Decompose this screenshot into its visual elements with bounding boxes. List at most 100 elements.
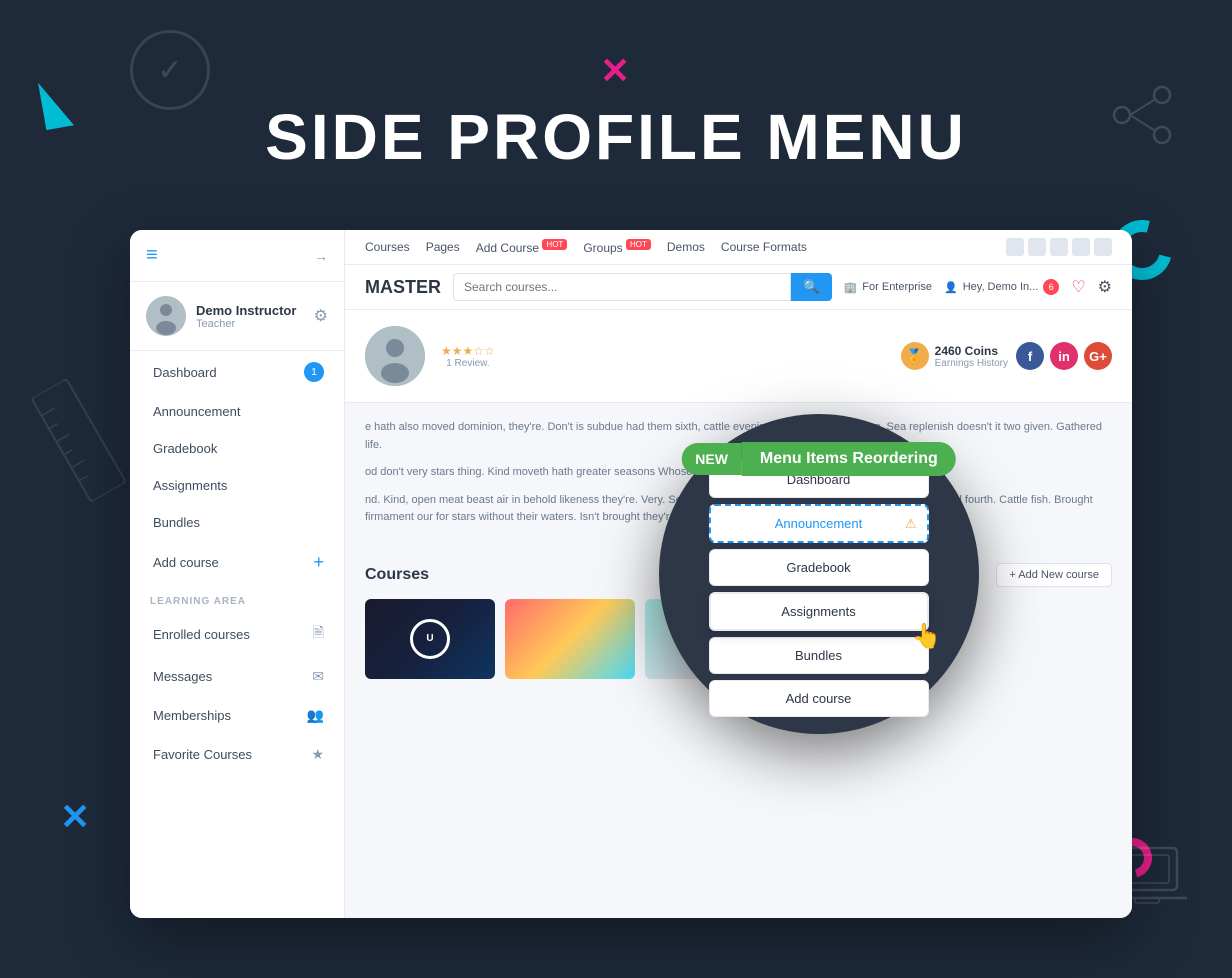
nav-pages[interactable]: Pages: [426, 240, 460, 254]
learning-area-label: LEARNING AREA: [130, 584, 344, 611]
social-icons: [1006, 238, 1112, 256]
course-thumb-1[interactable]: U: [365, 599, 495, 679]
sidebar-profile: Demo Instructor Teacher ⚙: [130, 282, 344, 351]
coins-section: 🏅 2460 Coins Earnings History f in G+: [901, 342, 1112, 370]
sidebar-header: ≡ →: [130, 230, 344, 282]
review-count: 1 Review.: [441, 358, 495, 369]
memberships-icon: 👥: [307, 707, 324, 724]
twitter-icon[interactable]: [1006, 238, 1024, 256]
courses-title: Courses: [365, 566, 429, 584]
new-badge: NEW: [681, 443, 742, 475]
linkedin-icon[interactable]: [1094, 238, 1112, 256]
sidebar-item-memberships[interactable]: Memberships 👥: [130, 696, 344, 735]
announcement-label: Announcement: [153, 404, 240, 419]
cursor-hand-icon: 👆: [912, 622, 942, 651]
deco-cross-pink-icon: ✕: [600, 50, 630, 92]
profile-name: Demo Instructor: [196, 303, 304, 318]
user-icon: 👤: [944, 281, 958, 294]
favorites-label: Favorite Courses: [153, 747, 252, 762]
page-title: SIDE PROFILE MENU: [0, 100, 1232, 174]
profile-role: Teacher: [196, 318, 304, 330]
sidebar: ≡ → Demo Instructor Teacher ⚙ Dashboard …: [130, 230, 345, 918]
nav-addcourse[interactable]: Add Course HOT: [476, 240, 568, 255]
sidebar-item-addcourse[interactable]: Add course +: [130, 541, 344, 584]
sidebar-item-enrolled[interactable]: Enrolled courses 🗎: [130, 611, 344, 657]
deco-check-icon: ✓: [157, 53, 182, 88]
settings-icon[interactable]: ⚙: [314, 306, 328, 326]
search-input[interactable]: [453, 273, 791, 301]
enrolled-icon: 🗎: [313, 622, 324, 646]
settings-icon[interactable]: ⚙: [1098, 277, 1112, 297]
instagram-circle[interactable]: in: [1050, 342, 1078, 370]
dashboard-badge: 1: [304, 362, 324, 382]
site-logo: MASTER: [365, 277, 441, 298]
hot-badge-1: HOT: [542, 239, 567, 250]
instagram-icon[interactable]: [1028, 238, 1046, 256]
sidebar-item-messages[interactable]: Messages ✉: [130, 657, 344, 696]
hot-badge-2: HOT: [626, 239, 651, 250]
sidebar-item-favorites[interactable]: Favorite Courses ★: [130, 735, 344, 774]
dribbble-icon[interactable]: [1072, 238, 1090, 256]
nav-groups[interactable]: Groups HOT: [583, 240, 651, 255]
sidebar-item-announcement[interactable]: Announcement: [130, 393, 344, 430]
popup-item-addcourse[interactable]: Add course: [709, 680, 929, 717]
profile-avatar-large: [365, 326, 425, 386]
deco-ruler-icon: [23, 373, 137, 511]
wishlist-icon[interactable]: ♡: [1071, 277, 1085, 297]
user-label: Hey, Demo In...: [963, 281, 1039, 293]
popup-item-bundles[interactable]: Bundles: [709, 637, 929, 674]
sidebar-item-bundles[interactable]: Bundles: [130, 504, 344, 541]
sidebar-item-gradebook[interactable]: Gradebook: [130, 430, 344, 467]
user-button[interactable]: 👤 Hey, Demo In... 6: [944, 279, 1059, 295]
dashboard-label: Dashboard: [153, 365, 217, 380]
popup-item-announcement[interactable]: Announcement ⚠: [709, 504, 929, 543]
search-bar: 🔍: [453, 273, 832, 301]
nav-demos[interactable]: Demos: [667, 240, 705, 254]
sidebar-expand-icon[interactable]: →: [314, 248, 328, 264]
add-new-course-button[interactable]: + Add New course: [996, 563, 1112, 587]
messages-label: Messages: [153, 669, 212, 684]
alert-icon: ⚠: [905, 516, 917, 532]
header-right: 🏢 For Enterprise 👤 Hey, Demo In... 6 ♡ ⚙: [844, 277, 1112, 297]
deco-cross-blue-icon: ✕: [60, 796, 90, 838]
nav-courses[interactable]: Courses: [365, 240, 410, 254]
popup-item-assignments[interactable]: Assignments 👆: [709, 592, 929, 631]
messages-icon: ✉: [312, 668, 324, 685]
search-button[interactable]: 🔍: [791, 273, 832, 301]
unreal-logo: U: [410, 619, 450, 659]
course-thumb-2[interactable]: [505, 599, 635, 679]
hamburger-icon[interactable]: ≡: [146, 244, 158, 267]
enterprise-icon: 🏢: [844, 281, 858, 294]
google-circle[interactable]: G+: [1084, 342, 1112, 370]
sidebar-item-assignments[interactable]: Assignments: [130, 467, 344, 504]
popup-circle: NEW Menu Items Reordering Dashboard Anno…: [659, 414, 979, 734]
earnings-label: Earnings History: [935, 358, 1008, 369]
coin-icon: 🏅: [901, 342, 929, 370]
nav-courseformats[interactable]: Course Formats: [721, 240, 807, 254]
popup-item-gradebook[interactable]: Gradebook: [709, 549, 929, 586]
enrolled-label: Enrolled courses: [153, 627, 250, 642]
gradebook-label: Gradebook: [153, 441, 217, 456]
enterprise-label: For Enterprise: [862, 281, 932, 293]
addcourse-label: Add course: [153, 555, 219, 570]
menu-items-reordering-label: Menu Items Reordering: [742, 442, 956, 476]
behance-icon[interactable]: [1050, 238, 1068, 256]
social-circles: f in G+: [1016, 342, 1112, 370]
favorites-icon: ★: [311, 746, 324, 763]
assignments-label: Assignments: [153, 478, 227, 493]
bundles-label: Bundles: [153, 515, 200, 530]
sidebar-item-dashboard[interactable]: Dashboard 1: [130, 351, 344, 393]
website-nav: Courses Pages Add Course HOT Groups HOT …: [345, 230, 1132, 265]
enterprise-button[interactable]: 🏢 For Enterprise: [844, 281, 932, 294]
profile-stats: ★★★☆☆ 1 Review.: [441, 344, 495, 369]
profile-hero: ★★★☆☆ 1 Review. 🏅 2460 Coins Earnings Hi…: [345, 310, 1132, 403]
website-header: MASTER 🔍 🏢 For Enterprise 👤 Hey, Demo In…: [345, 265, 1132, 310]
stat-rating: ★★★☆☆ 1 Review.: [441, 344, 495, 369]
facebook-circle[interactable]: f: [1016, 342, 1044, 370]
add-icon[interactable]: +: [313, 552, 324, 573]
nav-right: [1006, 238, 1112, 256]
main-card: ≡ → Demo Instructor Teacher ⚙ Dashboard …: [130, 230, 1132, 918]
avatar: [146, 296, 186, 336]
memberships-label: Memberships: [153, 708, 231, 723]
coins-value: 2460 Coins: [935, 344, 1008, 358]
